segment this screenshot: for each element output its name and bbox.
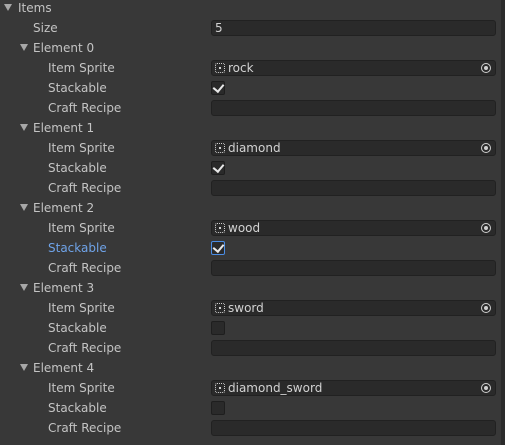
- size-input[interactable]: 5: [211, 20, 496, 36]
- item-sprite-row: Item Sprite diamond: [0, 138, 500, 158]
- sprite-icon: [215, 223, 225, 233]
- size-value: 5: [215, 21, 223, 35]
- element-0-foldout[interactable]: Element 0: [0, 38, 500, 58]
- craft-recipe-label: Craft Recipe: [48, 261, 122, 275]
- stackable-row: Stackable: [0, 398, 500, 418]
- element-label: Element 3: [33, 281, 95, 295]
- element-3-foldout[interactable]: Element 3: [0, 278, 500, 298]
- stackable-row: Stackable: [0, 238, 500, 258]
- sprite-icon: [215, 383, 225, 393]
- object-picker-icon[interactable]: [481, 303, 491, 313]
- object-picker-icon[interactable]: [481, 383, 491, 393]
- item-sprite-value: diamond_sword: [228, 381, 323, 395]
- item-sprite-label: Item Sprite: [48, 221, 115, 235]
- stackable-label: Stackable: [48, 401, 107, 415]
- sprite-icon: [215, 143, 225, 153]
- item-sprite-label: Item Sprite: [48, 61, 115, 75]
- craft-recipe-row: Craft Recipe: [0, 178, 500, 198]
- items-foldout[interactable]: Items: [0, 0, 500, 18]
- item-sprite-field[interactable]: wood: [211, 220, 496, 236]
- craft-recipe-label: Craft Recipe: [48, 421, 122, 435]
- stackable-checkbox[interactable]: [211, 321, 225, 335]
- object-picker-icon[interactable]: [481, 143, 491, 153]
- element-1-foldout[interactable]: Element 1: [0, 118, 500, 138]
- craft-recipe-row: Craft Recipe: [0, 258, 500, 278]
- element-label: Element 2: [33, 201, 95, 215]
- craft-recipe-field[interactable]: [211, 340, 496, 356]
- craft-recipe-row: Craft Recipe: [0, 418, 500, 438]
- object-picker-icon[interactable]: [481, 63, 491, 73]
- stackable-checkbox[interactable]: [211, 240, 225, 255]
- foldout-arrow-icon[interactable]: [20, 204, 28, 211]
- stackable-label: Stackable: [48, 321, 107, 335]
- foldout-arrow-icon[interactable]: [20, 44, 28, 51]
- stackable-checkbox[interactable]: [211, 160, 225, 175]
- craft-recipe-field[interactable]: [211, 180, 496, 196]
- stackable-row: Stackable: [0, 318, 500, 338]
- item-sprite-field[interactable]: diamond_sword: [211, 380, 496, 396]
- foldout-arrow-icon[interactable]: [4, 4, 12, 11]
- craft-recipe-field[interactable]: [211, 100, 496, 116]
- stackable-row: Stackable: [0, 158, 500, 178]
- item-sprite-value: sword: [228, 301, 264, 315]
- item-sprite-field[interactable]: rock: [211, 60, 496, 76]
- craft-recipe-label: Craft Recipe: [48, 341, 122, 355]
- foldout-arrow-icon[interactable]: [20, 284, 28, 291]
- item-sprite-row: Item Sprite wood: [0, 218, 500, 238]
- stackable-checkbox[interactable]: [211, 80, 225, 95]
- stackable-checkbox[interactable]: [211, 401, 225, 415]
- craft-recipe-row: Craft Recipe: [0, 338, 500, 358]
- item-sprite-value: rock: [228, 61, 254, 75]
- sprite-icon: [215, 303, 225, 313]
- items-label: Items: [18, 1, 52, 15]
- craft-recipe-field[interactable]: [211, 260, 496, 276]
- element-label: Element 4: [33, 361, 95, 375]
- checkmark-icon: [212, 160, 225, 174]
- foldout-arrow-icon[interactable]: [20, 124, 28, 131]
- scrollbar-track[interactable]: [501, 0, 505, 445]
- element-4-foldout[interactable]: Element 4: [0, 358, 500, 378]
- stackable-label: Stackable: [48, 81, 107, 95]
- item-sprite-label: Item Sprite: [48, 141, 115, 155]
- foldout-arrow-icon[interactable]: [20, 364, 28, 371]
- craft-recipe-label: Craft Recipe: [48, 101, 122, 115]
- stackable-label: Stackable: [48, 241, 107, 255]
- sprite-icon: [215, 63, 225, 73]
- item-sprite-row: Item Sprite diamond_sword: [0, 378, 500, 398]
- item-sprite-row: Item Sprite rock: [0, 58, 500, 78]
- item-sprite-field[interactable]: diamond: [211, 140, 496, 156]
- item-sprite-value: wood: [228, 221, 261, 235]
- item-sprite-row: Item Sprite sword: [0, 298, 500, 318]
- stackable-label: Stackable: [48, 161, 107, 175]
- object-picker-icon[interactable]: [481, 223, 491, 233]
- inspector-panel: Items Size 5 Element 0 Item Sprite rock …: [0, 0, 505, 445]
- craft-recipe-field[interactable]: [211, 420, 496, 436]
- item-sprite-label: Item Sprite: [48, 301, 115, 315]
- checkmark-icon: [212, 240, 225, 254]
- item-sprite-label: Item Sprite: [48, 381, 115, 395]
- element-label: Element 0: [33, 41, 95, 55]
- stackable-row: Stackable: [0, 78, 500, 98]
- craft-recipe-row: Craft Recipe: [0, 98, 500, 118]
- item-sprite-value: diamond: [228, 141, 281, 155]
- item-sprite-field[interactable]: sword: [211, 300, 496, 316]
- size-label: Size: [33, 21, 58, 35]
- element-2-foldout[interactable]: Element 2: [0, 198, 500, 218]
- checkmark-icon: [212, 80, 225, 94]
- craft-recipe-label: Craft Recipe: [48, 181, 122, 195]
- element-label: Element 1: [33, 121, 95, 135]
- size-row: Size 5: [0, 18, 500, 38]
